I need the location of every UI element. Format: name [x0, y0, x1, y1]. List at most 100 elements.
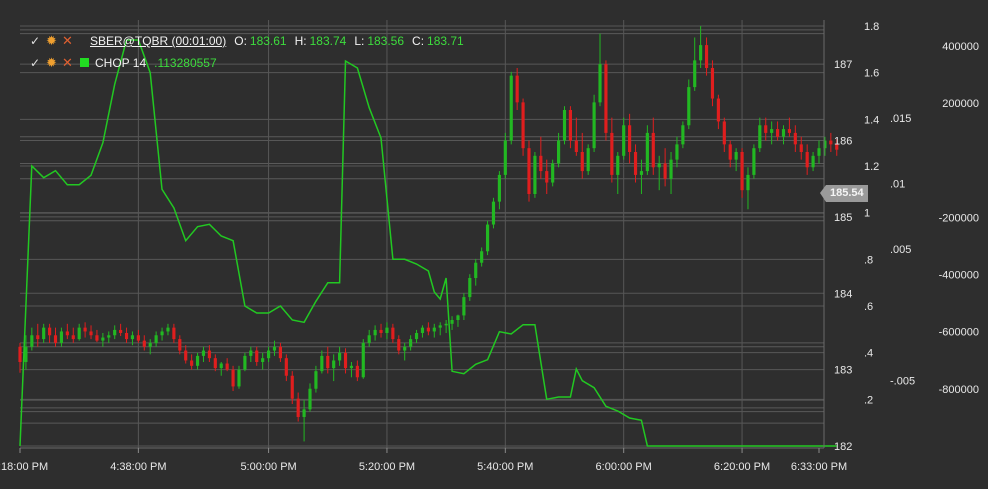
candle-body [716, 98, 720, 122]
candle-body [533, 155, 537, 194]
candle-body [497, 174, 501, 202]
candle-body [136, 335, 140, 341]
candle-body [130, 335, 135, 340]
candle-body [675, 144, 679, 160]
chop-line [19, 39, 837, 447]
candle-body [266, 350, 271, 359]
candle-body [645, 132, 649, 172]
candle-body [36, 335, 40, 340]
chop-tick-label: 1.2 [864, 161, 879, 173]
candle-body [278, 346, 282, 359]
candle-body [385, 327, 389, 333]
price-tick-label: 187 [834, 59, 852, 71]
candle-body [119, 329, 123, 333]
candle-body [438, 325, 442, 328]
visibility-check-icon[interactable]: ✓ [30, 55, 42, 71]
candle-body [397, 339, 401, 351]
gear-icon[interactable]: ✹ [46, 33, 59, 49]
candle-body [420, 327, 425, 333]
candle-body [83, 327, 87, 332]
candle-body [426, 327, 430, 332]
candle-body [663, 163, 667, 179]
candle-body [633, 152, 638, 175]
visibility-check-icon[interactable]: ✓ [30, 33, 42, 49]
candlestick-chart[interactable]: 4:18:00 PM 4:38:00 PM 5:00:00 PM 5:20:00 PM… [0, 0, 988, 489]
candle-body [195, 355, 200, 366]
candle-body [172, 327, 176, 340]
chop-tick-label: 1 [864, 208, 870, 220]
candle-body [77, 327, 81, 340]
candle-body [403, 346, 407, 351]
candle-body [456, 315, 460, 320]
candle-body [414, 332, 419, 340]
candle-body [515, 75, 519, 103]
indicator-value: .113280557 [154, 55, 217, 70]
candle-body [207, 350, 211, 359]
candle-body [592, 102, 596, 149]
candle-body [491, 201, 496, 225]
candle-body [793, 132, 797, 145]
candle-body [148, 342, 152, 347]
chop-indicator-series [19, 39, 837, 447]
volume-tick-label: -800000 [939, 384, 979, 396]
close-icon[interactable]: ✕ [62, 33, 74, 49]
candle-body [332, 360, 336, 369]
small-axis-tick-label: .005 [890, 244, 911, 256]
chop-tick-label: .2 [864, 394, 873, 406]
candle-body [681, 125, 685, 145]
candle-body [781, 129, 786, 137]
candle-body [639, 171, 644, 175]
candle-body [616, 155, 620, 175]
candle-body [160, 331, 164, 336]
candle-body [503, 140, 507, 175]
price-tick-label: 186 [834, 136, 852, 148]
candle-body [190, 360, 194, 366]
candle-body [231, 369, 235, 387]
symbol-title[interactable]: SBER@TQBR (00:01:00) [90, 33, 226, 49]
candle-body [391, 327, 395, 340]
candle-body [18, 346, 22, 362]
candle-body [669, 159, 673, 179]
candle-body [480, 251, 484, 263]
candle-body [178, 339, 182, 351]
price-tick-label: 183 [834, 365, 852, 377]
x-tick-label: 4:18:00 PM [0, 461, 48, 473]
small-axis-tick-label: -.005 [890, 375, 915, 387]
candle-body [557, 140, 561, 164]
grid-lines [20, 25, 824, 447]
candle-body [326, 355, 330, 369]
candle-body [752, 148, 756, 175]
price-tick-label: 182 [834, 441, 852, 453]
x-tick-label: 6:00:00 PM [596, 461, 652, 473]
gear-icon[interactable]: ✹ [46, 55, 59, 71]
candle-body [213, 358, 217, 369]
candle-body [338, 352, 342, 361]
candle-body [758, 125, 762, 149]
candle-body [728, 144, 732, 160]
candle-body [42, 327, 46, 340]
candle-body [124, 332, 129, 340]
volume-tick-label: -200000 [939, 212, 979, 224]
candles-series [18, 26, 839, 442]
candle-body [349, 365, 354, 369]
low-value: 183.56 [367, 33, 405, 48]
candle-body [722, 121, 726, 145]
candle-body [734, 152, 738, 160]
candle-body [704, 45, 709, 68]
candle-body [787, 129, 791, 133]
close-icon[interactable]: ✕ [62, 55, 74, 71]
candle-body [811, 155, 815, 168]
candle-body [604, 64, 608, 133]
current-price-badge: 185.54 [820, 185, 868, 202]
candle-body [444, 323, 448, 326]
candle-body [551, 163, 555, 183]
x-tick-label: 5:40:00 PM [477, 461, 533, 473]
candle-body [53, 335, 58, 343]
candle-body [101, 337, 105, 341]
candle-body [302, 409, 306, 417]
candle-body [687, 87, 691, 126]
volume-tick-label: -400000 [939, 270, 979, 282]
candle-body [113, 329, 117, 336]
candle-body [693, 60, 697, 88]
vertical-grid-lines [137, 20, 743, 448]
